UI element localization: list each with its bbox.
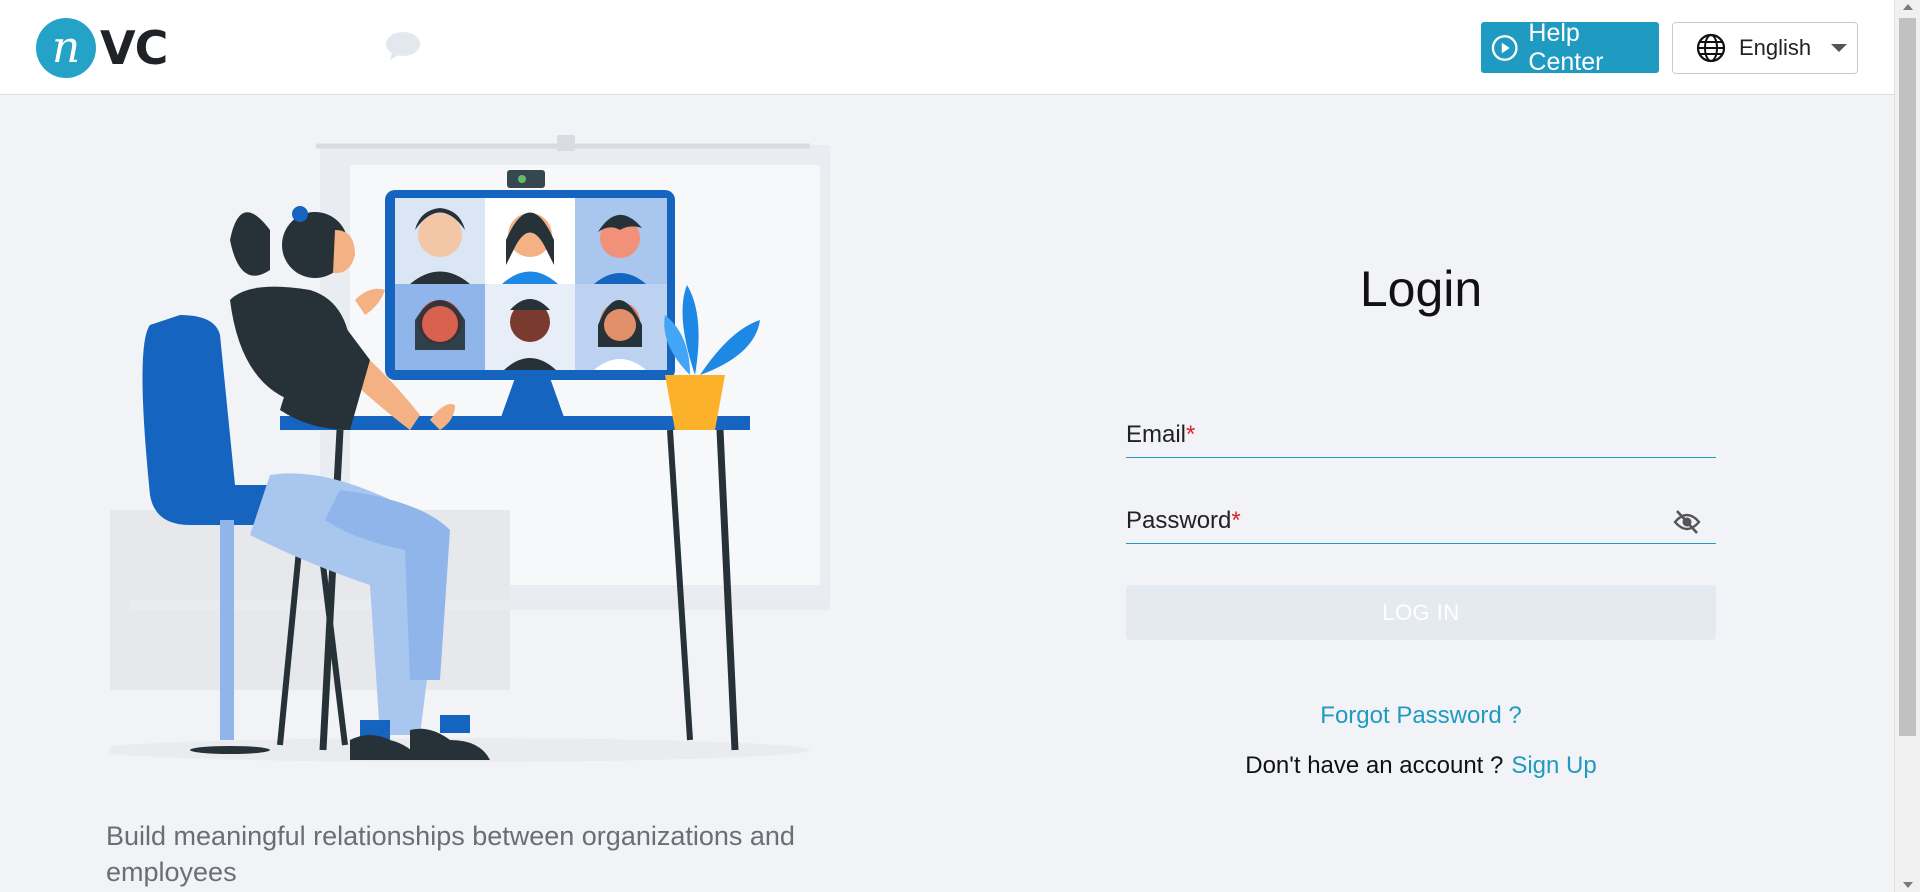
- signup-row: Don't have an account ? Sign Up: [1126, 752, 1716, 780]
- logo-mark: n: [36, 18, 96, 78]
- eye-off-icon[interactable]: [1672, 507, 1702, 537]
- tagline: Build meaningful relationships between o…: [106, 821, 795, 887]
- sign-up-link[interactable]: Sign Up: [1511, 752, 1596, 779]
- scroll-up-icon[interactable]: [1903, 4, 1913, 10]
- play-circle-icon: [1491, 34, 1518, 61]
- logo-text: VC: [100, 21, 168, 75]
- help-center-button[interactable]: Help Center: [1481, 19, 1659, 76]
- help-center-label: Help Center: [1528, 18, 1604, 76]
- vertical-scrollbar[interactable]: [1894, 0, 1920, 892]
- login-title: Login: [1359, 261, 1483, 317]
- hero-illustration: [90, 120, 840, 770]
- scroll-down-icon[interactable]: [1903, 882, 1913, 888]
- password-input[interactable]: [1126, 503, 1716, 543]
- language-label: English: [1739, 35, 1812, 60]
- email-input[interactable]: [1126, 417, 1716, 457]
- chat-bubble-icon: [384, 30, 422, 67]
- chevron-down-icon: [1831, 44, 1848, 52]
- app-logo[interactable]: n VC: [36, 18, 168, 78]
- login-button[interactable]: LOG IN: [1126, 585, 1716, 640]
- email-field[interactable]: Email*: [1126, 406, 1716, 458]
- forgot-password-link[interactable]: Forgot Password ?: [1126, 702, 1716, 730]
- top-header: n VC Help Center English: [0, 0, 1894, 95]
- password-field[interactable]: Password*: [1126, 492, 1716, 544]
- language-select[interactable]: English: [1672, 22, 1858, 74]
- globe-icon: [1696, 33, 1726, 63]
- no-account-text: Don't have an account ?: [1245, 752, 1504, 779]
- scrollbar-thumb[interactable]: [1899, 18, 1916, 736]
